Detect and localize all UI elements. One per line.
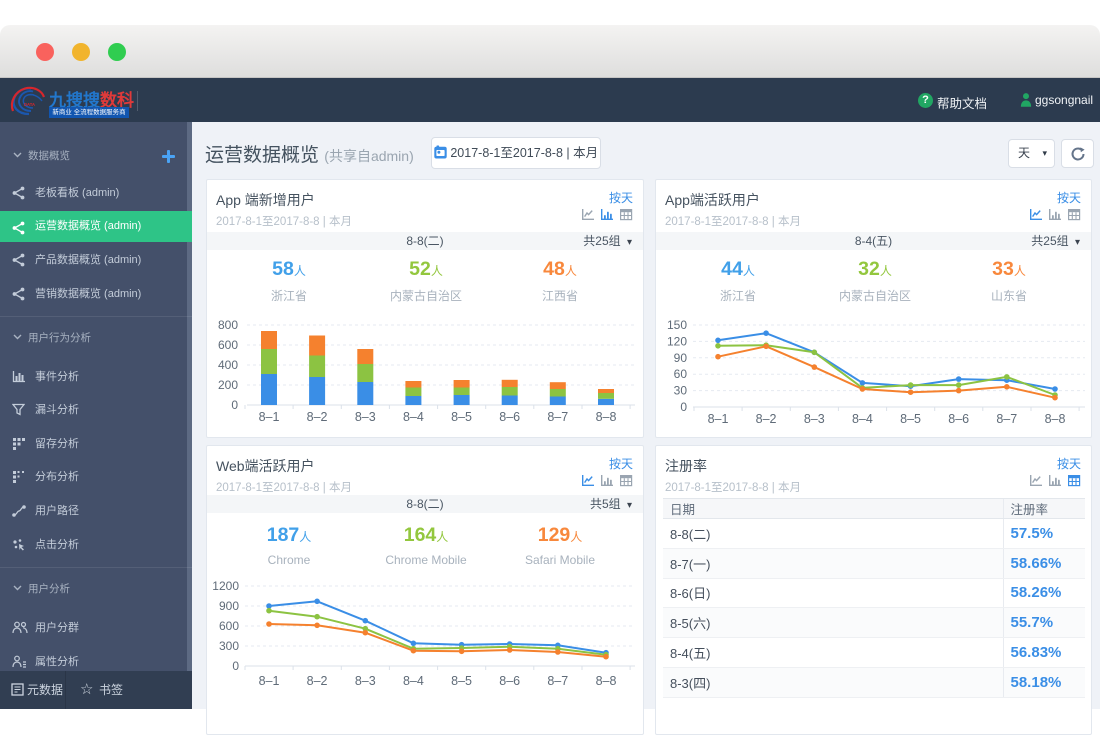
- svg-text:0: 0: [231, 398, 238, 412]
- svg-text:0: 0: [232, 659, 239, 673]
- svg-text:8–2: 8–2: [307, 674, 328, 688]
- svg-text:8–1: 8–1: [259, 410, 280, 424]
- svg-text:8–1: 8–1: [259, 674, 280, 688]
- svg-text:120: 120: [667, 334, 687, 348]
- svg-text:150: 150: [667, 318, 687, 332]
- svg-text:8–4: 8–4: [403, 410, 424, 424]
- svg-text:8–8: 8–8: [1045, 412, 1066, 426]
- svg-text:8–3: 8–3: [804, 412, 825, 426]
- svg-text:300: 300: [219, 639, 239, 653]
- svg-text:8–5: 8–5: [451, 674, 472, 688]
- svg-text:600: 600: [219, 619, 239, 633]
- svg-text:30: 30: [674, 384, 688, 398]
- svg-text:8–1: 8–1: [708, 412, 729, 426]
- svg-text:8–5: 8–5: [451, 410, 472, 424]
- svg-text:8–6: 8–6: [499, 410, 520, 424]
- svg-text:60: 60: [674, 367, 688, 381]
- svg-text:8–6: 8–6: [948, 412, 969, 426]
- svg-text:8–2: 8–2: [307, 410, 328, 424]
- svg-text:DATA: DATA: [24, 102, 35, 107]
- svg-text:8–5: 8–5: [900, 412, 921, 426]
- svg-text:8–3: 8–3: [355, 674, 376, 688]
- svg-text:90: 90: [674, 351, 688, 365]
- svg-text:8–7: 8–7: [996, 412, 1017, 426]
- svg-text:8–4: 8–4: [852, 412, 873, 426]
- svg-text:8–7: 8–7: [547, 410, 568, 424]
- svg-text:8–6: 8–6: [499, 674, 520, 688]
- svg-text:400: 400: [218, 358, 238, 372]
- svg-text:600: 600: [218, 338, 238, 352]
- svg-text:8–8: 8–8: [596, 674, 617, 688]
- svg-text:8–3: 8–3: [355, 410, 376, 424]
- svg-text:8–8: 8–8: [596, 410, 617, 424]
- svg-text:200: 200: [218, 378, 238, 392]
- svg-text:8–2: 8–2: [756, 412, 777, 426]
- svg-text:900: 900: [219, 599, 239, 613]
- svg-text:0: 0: [680, 400, 687, 414]
- svg-text:8–7: 8–7: [547, 674, 568, 688]
- svg-text:8–4: 8–4: [403, 674, 424, 688]
- svg-text:800: 800: [218, 318, 238, 332]
- svg-text:1200: 1200: [212, 579, 239, 593]
